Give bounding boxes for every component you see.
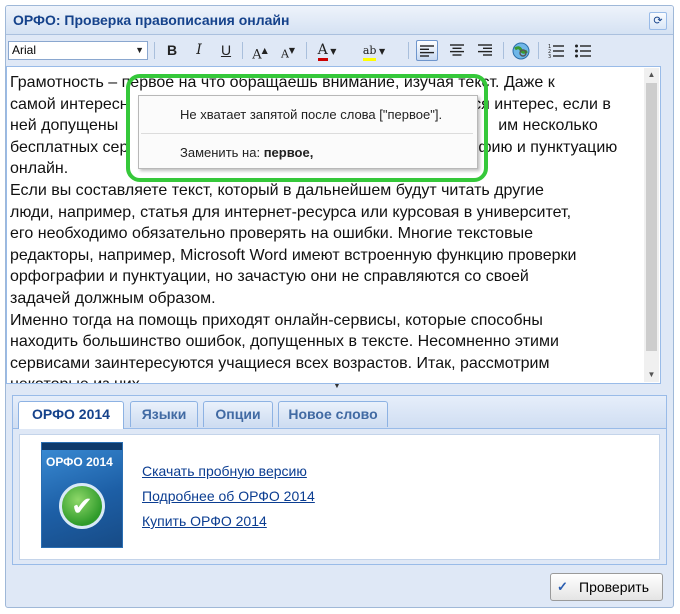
font-color-icon[interactable]: A ▼	[312, 40, 342, 61]
popup-error-message: Не хватает запятой после слова ["первое"…	[180, 107, 443, 122]
tab-options[interactable]: Опции	[203, 401, 273, 427]
toolbar-divider	[538, 42, 539, 59]
popup-divider	[141, 133, 473, 134]
bullet-list-icon[interactable]	[572, 40, 594, 61]
editor-line: задачей должным образом.	[10, 289, 216, 307]
editor-line: сервисами заинтересуются учащиеся всех в…	[10, 354, 550, 372]
editor-line: Если вы составляете текст, который в дал…	[10, 181, 544, 199]
panel-titlebar: ОРФО: Проверка правописания онлайн ⟳	[6, 6, 673, 35]
tab-content: ОРФО 2014 ✔ Скачать пробную версию Подро…	[19, 434, 660, 560]
editor-line: люди, например, статья для интернет-ресу…	[10, 203, 572, 221]
tab-orfo-2014[interactable]: ОРФО 2014	[18, 401, 124, 429]
scroll-down-icon[interactable]: ▼	[644, 368, 659, 382]
decrease-font-icon[interactable]: A▼	[277, 40, 299, 61]
align-center-icon[interactable]	[446, 40, 468, 61]
tab-new-word[interactable]: Новое слово	[278, 401, 388, 427]
more-info-link[interactable]: Подробнее об ОРФО 2014	[142, 488, 315, 504]
editor-line: Именно тогда на помощь приходят онлайн-с…	[10, 311, 543, 329]
formatting-toolbar: Arial ▼ B I U A▲ A▼ A ▼ ab ▼ 123	[6, 38, 661, 64]
scrollbar-thumb[interactable]	[646, 83, 657, 351]
spellcheck-icon: ✓	[557, 579, 568, 594]
product-box-image: ОРФО 2014 ✔	[41, 442, 123, 548]
spelling-suggestion-popup: Не хватает запятой после слова ["первое"…	[138, 95, 478, 169]
editor-scrollbar[interactable]: ▲ ▼	[644, 68, 659, 382]
editor-line: орфографии и пунктуации, но зачастую они…	[10, 268, 529, 286]
tab-languages[interactable]: Языки	[130, 401, 198, 427]
refresh-icon[interactable]: ⟳	[649, 12, 667, 30]
toolbar-divider	[306, 42, 307, 59]
buy-link[interactable]: Купить ОРФО 2014	[142, 513, 267, 529]
scroll-up-icon[interactable]: ▲	[644, 68, 659, 82]
svg-text:3: 3	[548, 54, 551, 58]
font-family-value: Arial	[12, 43, 37, 57]
replace-value: первое,	[263, 145, 314, 160]
numbered-list-icon[interactable]: 123	[545, 40, 567, 61]
toolbar-divider	[503, 42, 504, 59]
align-right-icon[interactable]	[474, 40, 496, 61]
product-box-strip	[42, 443, 122, 450]
replace-label: Заменить на:	[180, 145, 261, 160]
download-trial-link[interactable]: Скачать пробную версию	[142, 463, 307, 479]
chevron-down-icon: ▼	[135, 45, 144, 55]
tab-strip: ОРФО 2014 Языки Опции Новое слово	[13, 396, 666, 429]
info-tabs-panel: ОРФО 2014 Языки Опции Новое слово ОРФО 2…	[12, 395, 667, 565]
editor-line: некоторые из них.	[10, 374, 642, 383]
replace-suggestion[interactable]: Заменить на: первое,	[139, 136, 475, 170]
insert-link-icon[interactable]	[510, 40, 532, 61]
align-left-icon[interactable]	[416, 40, 438, 61]
editor-line: редакторы, например, Microsoft Word имею…	[10, 246, 577, 264]
editor-line: находить большинство ошибок, допущенных …	[10, 333, 559, 351]
check-button[interactable]: ✓ Проверить	[550, 573, 663, 601]
toolbar-divider	[408, 42, 409, 59]
bold-icon[interactable]: B	[161, 40, 183, 61]
highlight-icon[interactable]: ab ▼	[356, 40, 392, 61]
toolbar-divider	[242, 42, 243, 59]
increase-font-icon[interactable]: A▲	[249, 40, 271, 62]
toolbar-divider	[154, 42, 155, 59]
product-box-logo: ОРФО 2014	[46, 455, 113, 469]
panel-title: ОРФО: Проверка правописания онлайн	[13, 12, 290, 28]
editor-line: его необходимо обязательно проверять на …	[10, 225, 533, 243]
checkmark-icon: ✔	[59, 483, 105, 529]
font-family-select[interactable]: Arial ▼	[8, 41, 148, 60]
check-button-label: Проверить	[579, 579, 650, 595]
editor-line: Грамотность – первое на что обращаешь вн…	[10, 74, 555, 91]
italic-icon[interactable]: I	[188, 40, 210, 61]
underline-icon[interactable]: U	[215, 40, 237, 61]
resize-handle-icon[interactable]: ▼	[330, 383, 344, 390]
